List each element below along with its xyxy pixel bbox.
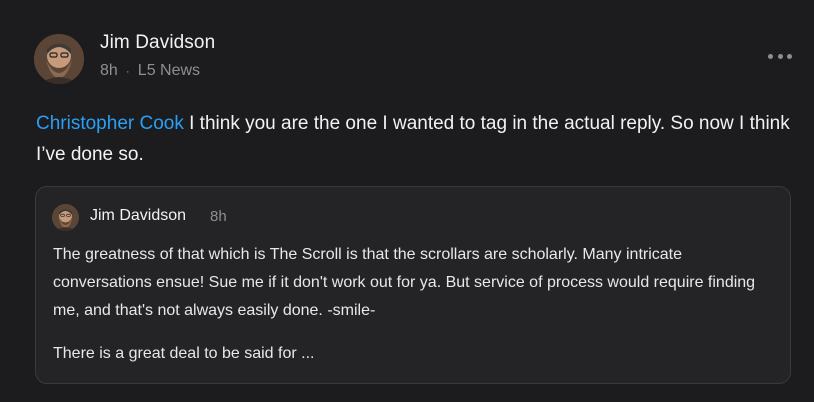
- post-card: Jim Davidson 8h · L5 News Christopher Co…: [0, 0, 814, 402]
- quoted-author-avatar[interactable]: [52, 204, 79, 231]
- quoted-post-time: 8h: [210, 208, 227, 225]
- mention-link[interactable]: Christopher Cook: [36, 113, 184, 134]
- post-body: Christopher Cook I think you are the one…: [36, 108, 796, 170]
- post-meta: 8h · L5 News: [100, 62, 200, 80]
- author-avatar[interactable]: [34, 34, 84, 84]
- more-dot: [787, 53, 792, 59]
- more-dot: [777, 53, 783, 59]
- more-horizontal-icon[interactable]: [768, 46, 792, 66]
- meta-separator: ·: [125, 64, 130, 78]
- post-time: 8h: [100, 62, 118, 79]
- quoted-paragraph-2: There is a great deal to be said for ...: [53, 345, 315, 362]
- more-dot: [768, 53, 773, 59]
- avatar-photo: [34, 34, 84, 84]
- post-source[interactable]: L5 News: [138, 62, 200, 80]
- quoted-author-name[interactable]: Jim Davidson: [90, 207, 186, 225]
- author-name[interactable]: Jim Davidson: [100, 32, 215, 54]
- avatar-photo: [52, 204, 79, 231]
- quoted-paragraph-1: The greatness of that which is The Scrol…: [53, 246, 756, 319]
- quoted-post[interactable]: Jim Davidson 8h The greatness of that wh…: [35, 186, 791, 384]
